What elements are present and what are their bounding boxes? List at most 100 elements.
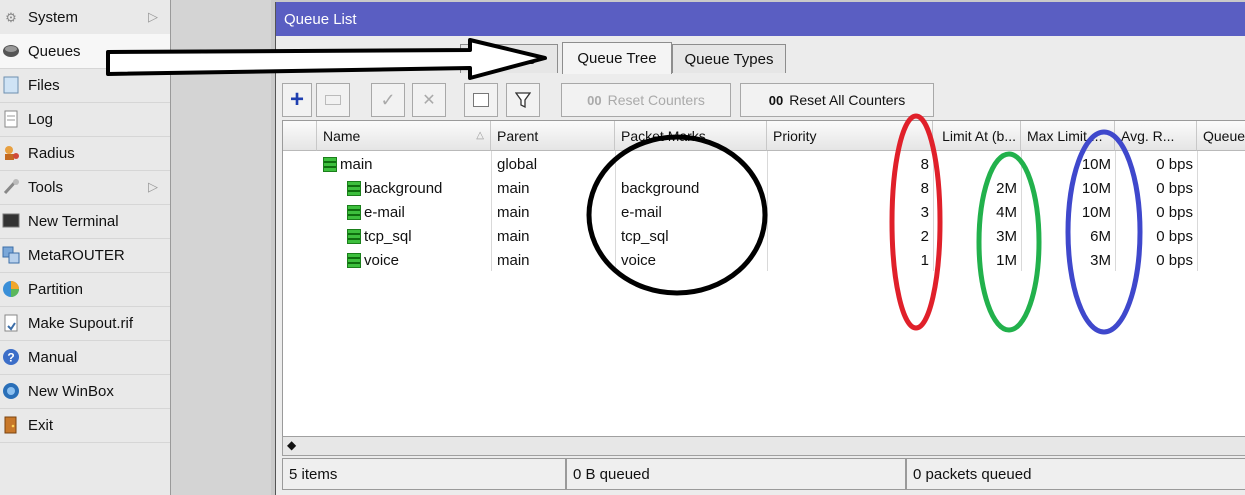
sidebar-item-partition[interactable]: Partition xyxy=(0,272,170,307)
queue-tree-table: Name △ Parent Packet Marks Priority Limi… xyxy=(282,120,1245,440)
column-header-priority[interactable]: Priority xyxy=(767,121,933,151)
column-header-limit-at[interactable]: Limit At (b... xyxy=(933,121,1021,151)
table-row[interactable]: voice main voice 1 1M 3M 0 bps xyxy=(283,248,1245,272)
sidebar-item-manual[interactable]: ? Manual xyxy=(0,340,170,375)
minus-icon xyxy=(325,95,341,105)
filter-button[interactable] xyxy=(506,83,540,117)
table-row[interactable]: background main background 8 2M 10M 0 bp… xyxy=(283,176,1245,200)
tab-queue-types[interactable]: Queue Types xyxy=(672,44,786,73)
tab-label: Queue Types xyxy=(684,50,774,68)
tab-label: Queue Tree xyxy=(577,50,657,67)
counter-icon: 00 xyxy=(768,92,784,108)
reset-counters-label: Reset Counters xyxy=(607,92,705,108)
column-header-queue[interactable]: Queue xyxy=(1197,121,1245,151)
submenu-arrow-icon: ▷ xyxy=(148,179,158,194)
reset-all-counters-button[interactable]: 00 Reset All Counters xyxy=(740,83,934,117)
tools-icon xyxy=(2,178,20,196)
sidebar-item-queues[interactable]: Queues xyxy=(0,34,170,69)
sidebar-item-make-supout[interactable]: Make Supout.rif xyxy=(0,306,170,341)
column-header-parent[interactable]: Parent xyxy=(491,121,615,151)
check-icon: ✓ xyxy=(380,89,396,110)
sidebar-item-exit[interactable]: Exit xyxy=(0,408,170,443)
reset-all-counters-label: Reset All Counters xyxy=(789,92,906,108)
sidebar-item-label: Partition xyxy=(28,280,84,298)
help-icon: ? xyxy=(2,348,20,366)
remove-button[interactable] xyxy=(316,83,350,117)
sidebar-gutter xyxy=(171,0,271,495)
exit-icon xyxy=(2,416,20,434)
metarouter-icon xyxy=(2,246,20,264)
sidebar-item-label: Exit xyxy=(28,416,54,434)
sidebar-item-label: Make Supout.rif xyxy=(28,314,134,332)
sidebar-item-system[interactable]: ⚙ System ▷ xyxy=(0,0,170,35)
scroll-left-arrow-icon[interactable]: ◆ xyxy=(287,438,296,452)
column-header-packet-marks[interactable]: Packet Marks xyxy=(615,121,767,151)
comment-icon xyxy=(473,93,489,107)
sidebar-item-tools[interactable]: Tools ▷ xyxy=(0,170,170,205)
sidebar-item-label: System xyxy=(28,8,79,26)
tab-strip: Queues Queue Tree Queue Types xyxy=(276,42,1245,74)
sidebar-item-label: New WinBox xyxy=(28,382,114,400)
sidebar-item-new-winbox[interactable]: New WinBox xyxy=(0,374,170,409)
queues-icon xyxy=(2,42,20,60)
sidebar-item-label: Log xyxy=(28,110,54,128)
status-bytes-queued: 0 B queued xyxy=(566,458,906,490)
comment-button[interactable] xyxy=(464,83,498,117)
plus-icon: + xyxy=(289,86,304,113)
supout-icon xyxy=(2,314,20,332)
sidebar-item-files[interactable]: Files xyxy=(0,68,170,103)
reset-counters-button[interactable]: 00 Reset Counters xyxy=(561,83,731,117)
status-item-count: 5 items xyxy=(282,458,566,490)
tab-queue-tree[interactable]: Queue Tree xyxy=(562,42,672,74)
queue-icon xyxy=(347,204,361,220)
toolbar: + ✓ ✕ 00 Reset Counters 00 Reset All Cou… xyxy=(276,80,1245,120)
table-row[interactable]: main global 8 10M 0 bps xyxy=(283,152,1245,176)
sidebar-item-label: Queues xyxy=(28,42,81,60)
column-header-avg-rate[interactable]: Avg. R... xyxy=(1115,121,1197,151)
radius-icon xyxy=(2,144,20,162)
svg-text:?: ? xyxy=(7,351,14,365)
tab-queues[interactable]: Queues xyxy=(460,44,558,73)
sidebar-item-label: Radius xyxy=(28,144,75,162)
sidebar-item-radius[interactable]: Radius xyxy=(0,136,170,171)
queue-icon xyxy=(347,180,361,196)
window-titlebar[interactable]: Queue List xyxy=(276,2,1245,36)
partition-icon xyxy=(2,280,20,298)
horizontal-scrollbar[interactable]: ◆ xyxy=(282,436,1245,456)
sidebar-item-label: New Terminal xyxy=(28,212,119,230)
sidebar-menu: ⚙ System ▷ Queues Files Log Radius Tools… xyxy=(0,0,171,495)
cross-icon: ✕ xyxy=(422,92,436,109)
window-title: Queue List xyxy=(284,10,357,28)
table-row[interactable]: e-mail main e-mail 3 4M 10M 0 bps xyxy=(283,200,1245,224)
column-header-name[interactable]: Name △ xyxy=(317,121,491,151)
column-header-selector[interactable] xyxy=(283,121,317,151)
queue-icon xyxy=(347,228,361,244)
disable-button[interactable]: ✕ xyxy=(412,83,446,117)
status-bar: 5 items 0 B queued 0 packets queued xyxy=(282,458,1245,492)
winbox-icon xyxy=(2,382,20,400)
sidebar-item-metarouter[interactable]: MetaROUTER xyxy=(0,238,170,273)
queue-list-window: Queue List Queues Queue Tree Queue Types… xyxy=(275,2,1245,495)
gear-icon: ⚙ xyxy=(5,9,17,25)
add-button[interactable]: + xyxy=(282,83,312,117)
status-packets-queued: 0 packets queued xyxy=(906,458,1245,490)
enable-button[interactable]: ✓ xyxy=(371,83,405,117)
table-row[interactable]: tcp_sql main tcp_sql 2 3M 6M 0 bps xyxy=(283,224,1245,248)
terminal-icon xyxy=(2,212,20,230)
column-header-max-limit[interactable]: Max Limit ... xyxy=(1021,121,1115,151)
tab-label: Queues xyxy=(482,50,536,68)
log-icon xyxy=(2,110,20,128)
counter-icon: 00 xyxy=(587,92,602,108)
queue-icon xyxy=(347,252,361,268)
sidebar-item-label: Files xyxy=(28,76,60,94)
queue-icon xyxy=(323,156,337,172)
sidebar-item-label: Tools xyxy=(28,178,64,196)
sidebar-item-new-terminal[interactable]: New Terminal xyxy=(0,204,170,239)
sidebar-item-log[interactable]: Log xyxy=(0,102,170,137)
filter-icon xyxy=(515,92,531,109)
files-icon xyxy=(2,76,20,94)
sort-asc-icon: △ xyxy=(476,130,484,141)
sidebar-item-label: Manual xyxy=(28,348,78,366)
submenu-arrow-icon: ▷ xyxy=(148,9,158,24)
sidebar-item-label: MetaROUTER xyxy=(28,246,125,264)
